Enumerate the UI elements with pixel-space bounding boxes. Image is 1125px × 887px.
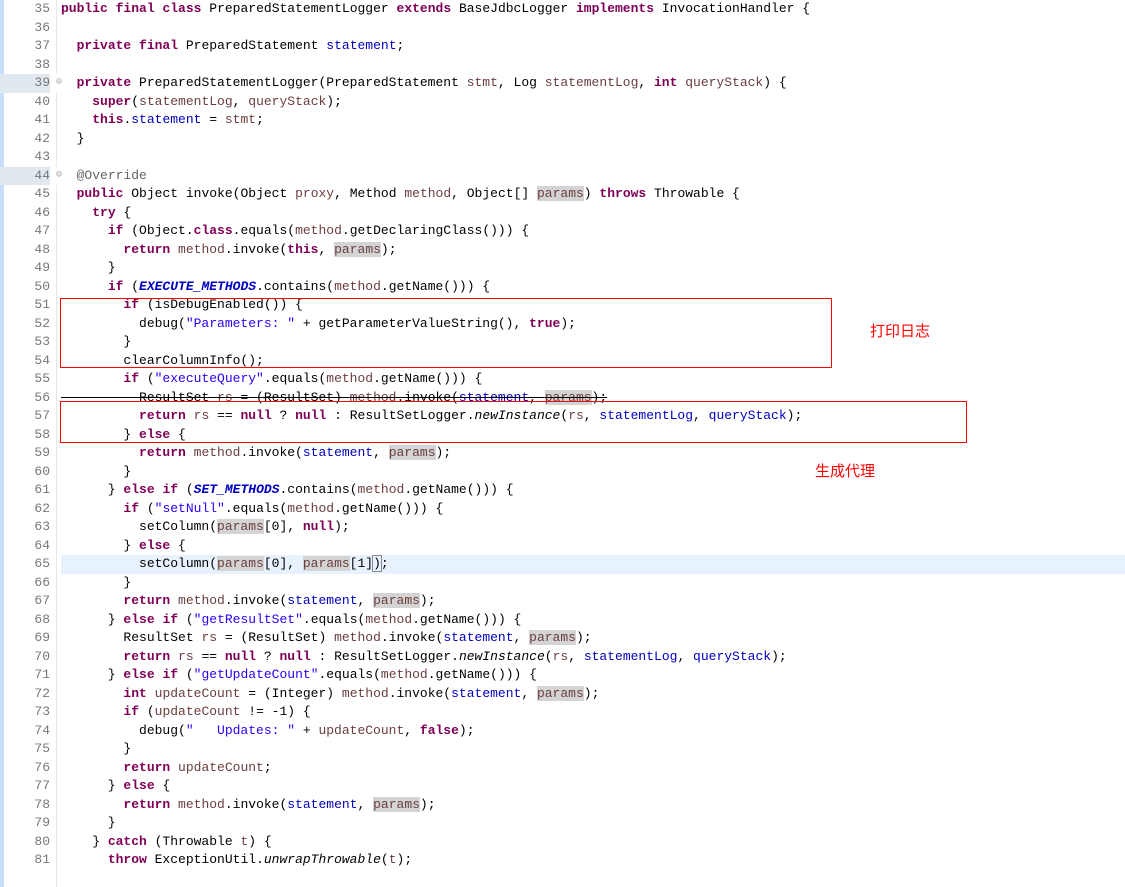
- code-line[interactable]: if ("setNull".equals(method.getName())) …: [61, 500, 1125, 519]
- line-number: 64: [0, 537, 50, 556]
- line-number: 46: [0, 204, 50, 223]
- code-line[interactable]: try {: [61, 204, 1125, 223]
- line-number: 41: [0, 111, 50, 130]
- line-number: 77: [0, 777, 50, 796]
- code-line[interactable]: this.statement = stmt;: [61, 111, 1125, 130]
- code-area[interactable]: public final class PreparedStatementLogg…: [57, 0, 1125, 887]
- line-number: 72: [0, 685, 50, 704]
- line-number: 43: [0, 148, 50, 167]
- line-number: 71: [0, 666, 50, 685]
- line-number: 76: [0, 759, 50, 778]
- line-number: 52: [0, 315, 50, 334]
- code-line[interactable]: if (isDebugEnabled()) {: [61, 296, 1125, 315]
- line-number: 51: [0, 296, 50, 315]
- code-line-current[interactable]: setColumn(params[0], params[1]);: [61, 555, 1125, 574]
- code-line[interactable]: return rs == null ? null : ResultSetLogg…: [61, 648, 1125, 667]
- line-number: 80: [0, 833, 50, 852]
- code-line[interactable]: private final PreparedStatement statemen…: [61, 37, 1125, 56]
- code-line[interactable]: return method.invoke(this, params);: [61, 241, 1125, 260]
- line-number: 36: [0, 19, 50, 38]
- code-line[interactable]: int updateCount = (Integer) method.invok…: [61, 685, 1125, 704]
- line-number: 38: [0, 56, 50, 75]
- code-line[interactable]: return method.invoke(statement, params);: [61, 444, 1125, 463]
- line-number: 44: [0, 167, 50, 186]
- line-number: 58: [0, 426, 50, 445]
- code-line[interactable]: return rs == null ? null : ResultSetLogg…: [61, 407, 1125, 426]
- line-number: 65: [0, 555, 50, 574]
- line-number: 40: [0, 93, 50, 112]
- line-number: 67: [0, 592, 50, 611]
- code-line[interactable]: [61, 56, 1125, 75]
- code-line[interactable]: clearColumnInfo();: [61, 352, 1125, 371]
- code-line[interactable]: } else {: [61, 777, 1125, 796]
- line-number: 49: [0, 259, 50, 278]
- line-number: 37: [0, 37, 50, 56]
- code-line[interactable]: }: [61, 333, 1125, 352]
- line-number: 66: [0, 574, 50, 593]
- code-line[interactable]: return method.invoke(statement, params);: [61, 796, 1125, 815]
- line-number: 73: [0, 703, 50, 722]
- line-number: 45: [0, 185, 50, 204]
- code-line[interactable]: }: [61, 463, 1125, 482]
- line-number: 63: [0, 518, 50, 537]
- line-number: 69: [0, 629, 50, 648]
- code-line[interactable]: if (Object.class.equals(method.getDeclar…: [61, 222, 1125, 241]
- line-number: 48: [0, 241, 50, 260]
- line-number: 61: [0, 481, 50, 500]
- line-number: 68: [0, 611, 50, 630]
- code-line[interactable]: return method.invoke(statement, params);: [61, 592, 1125, 611]
- code-line[interactable]: public Object invoke(Object proxy, Metho…: [61, 185, 1125, 204]
- code-line[interactable]: } catch (Throwable t) {: [61, 833, 1125, 852]
- code-line[interactable]: }: [61, 130, 1125, 149]
- code-editor[interactable]: 35 36 37 38 39 40 41 42 43 44 45 46 47 4…: [0, 0, 1125, 887]
- annotation-label-log: 打印日志: [870, 320, 930, 341]
- line-number: 57: [0, 407, 50, 426]
- code-line[interactable]: [61, 148, 1125, 167]
- annotation-label-proxy: 生成代理: [815, 460, 875, 481]
- line-number: 79: [0, 814, 50, 833]
- line-number: 56: [0, 389, 50, 408]
- code-line[interactable]: if (EXECUTE_METHODS.contains(method.getN…: [61, 278, 1125, 297]
- code-line[interactable]: if (updateCount != -1) {: [61, 703, 1125, 722]
- code-line[interactable]: debug("Parameters: " + getParameterValue…: [61, 315, 1125, 334]
- code-line[interactable]: [61, 19, 1125, 38]
- line-number: 81: [0, 851, 50, 870]
- line-number: 59: [0, 444, 50, 463]
- code-line[interactable]: } else {: [61, 426, 1125, 445]
- line-number: 53: [0, 333, 50, 352]
- code-line[interactable]: } else if (SET_METHODS.contains(method.g…: [61, 481, 1125, 500]
- line-number-gutter: 35 36 37 38 39 40 41 42 43 44 45 46 47 4…: [0, 0, 57, 887]
- code-line[interactable]: private PreparedStatementLogger(Prepared…: [61, 74, 1125, 93]
- line-number: 74: [0, 722, 50, 741]
- code-line[interactable]: } else if ("getUpdateCount".equals(metho…: [61, 666, 1125, 685]
- line-number: 47: [0, 222, 50, 241]
- code-line[interactable]: ResultSet rs = (ResultSet) method.invoke…: [61, 389, 1125, 408]
- line-number: 75: [0, 740, 50, 759]
- line-number: 50: [0, 278, 50, 297]
- code-line[interactable]: ResultSet rs = (ResultSet) method.invoke…: [61, 629, 1125, 648]
- line-number: 60: [0, 463, 50, 482]
- code-line[interactable]: @Override: [61, 167, 1125, 186]
- line-number: 35: [0, 0, 50, 19]
- line-number: 78: [0, 796, 50, 815]
- code-line[interactable]: public final class PreparedStatementLogg…: [61, 0, 1125, 19]
- code-line[interactable]: } else {: [61, 537, 1125, 556]
- code-line[interactable]: setColumn(params[0], null);: [61, 518, 1125, 537]
- line-number: 55: [0, 370, 50, 389]
- line-number: 70: [0, 648, 50, 667]
- code-line[interactable]: }: [61, 814, 1125, 833]
- code-line[interactable]: }: [61, 740, 1125, 759]
- code-line[interactable]: throw ExceptionUtil.unwrapThrowable(t);: [61, 851, 1125, 870]
- line-number: 62: [0, 500, 50, 519]
- code-line[interactable]: }: [61, 259, 1125, 278]
- code-line[interactable]: } else if ("getResultSet".equals(method.…: [61, 611, 1125, 630]
- line-number: 42: [0, 130, 50, 149]
- line-number: 39: [0, 74, 50, 93]
- code-line[interactable]: return updateCount;: [61, 759, 1125, 778]
- code-line[interactable]: super(statementLog, queryStack);: [61, 93, 1125, 112]
- line-number: 54: [0, 352, 50, 371]
- code-line[interactable]: if ("executeQuery".equals(method.getName…: [61, 370, 1125, 389]
- code-line[interactable]: debug(" Updates: " + updateCount, false)…: [61, 722, 1125, 741]
- code-line[interactable]: }: [61, 574, 1125, 593]
